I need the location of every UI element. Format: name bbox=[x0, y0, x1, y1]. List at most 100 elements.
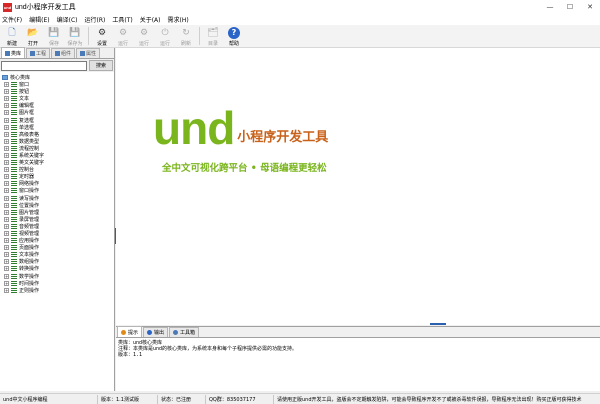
tab-output[interactable]: 输出 bbox=[143, 327, 169, 337]
menu-bar: 文件(F) 编辑(E) 编译(C) 运行(R) 工具(T) 关于(A) 需求(H… bbox=[0, 14, 600, 25]
tab-hint[interactable]: 提示 bbox=[117, 326, 143, 337]
toolbar-button[interactable]: 📂 打开 bbox=[23, 25, 43, 48]
expand-icon[interactable]: + bbox=[4, 89, 9, 95]
tree-item[interactable]: + 控制台 bbox=[0, 166, 114, 173]
expand-icon[interactable]: + bbox=[4, 245, 9, 251]
tree-item-label: 复选框 bbox=[19, 117, 35, 124]
expand-icon[interactable]: + bbox=[4, 188, 9, 194]
search-button[interactable]: 搜索 bbox=[89, 60, 113, 71]
toolbar-button[interactable]: ⏻ 运行 bbox=[155, 25, 175, 48]
toolbar-button[interactable]: ? 帮助 bbox=[224, 25, 244, 48]
tree-item[interactable]: + 音频管理 bbox=[0, 223, 114, 230]
tree-item[interactable]: + 读写操作 bbox=[0, 195, 114, 202]
tree-item[interactable]: + 数组操作 bbox=[0, 258, 114, 265]
expand-icon[interactable]: + bbox=[4, 259, 9, 265]
tab-properties[interactable]: 属性 bbox=[76, 48, 101, 58]
tree-item[interactable]: + 页面操作 bbox=[0, 244, 114, 251]
tree-item[interactable]: + 窗口 bbox=[0, 81, 114, 88]
tree-item[interactable]: + 应用操作 bbox=[0, 237, 114, 244]
tree-item[interactable]: + 高级表格 bbox=[0, 131, 114, 138]
expand-icon[interactable]: + bbox=[4, 209, 9, 215]
toolbar-button[interactable]: ⚙ 设置 bbox=[92, 25, 112, 48]
expand-icon[interactable]: + bbox=[4, 167, 9, 173]
tree-item[interactable]: + 时间操作 bbox=[0, 280, 114, 287]
expand-icon[interactable]: + bbox=[4, 103, 9, 109]
expand-icon[interactable]: + bbox=[4, 216, 9, 222]
expand-icon[interactable]: + bbox=[4, 273, 9, 279]
tree-item[interactable]: + 图片管理 bbox=[0, 209, 114, 216]
menu-about[interactable]: 关于(A) bbox=[140, 15, 161, 24]
toolbar-button[interactable]: 💾 保存 bbox=[44, 25, 64, 48]
menu-run[interactable]: 运行(R) bbox=[85, 15, 106, 24]
tree-item[interactable]: + 数学操作 bbox=[0, 273, 114, 280]
tree-item[interactable]: + 窗口操作 bbox=[0, 187, 114, 194]
tree-item[interactable]: + 文本操作 bbox=[0, 251, 114, 258]
close-button[interactable]: ✕ bbox=[580, 0, 600, 14]
menu-edit[interactable]: 编辑(E) bbox=[29, 15, 49, 24]
expand-icon[interactable]: + bbox=[4, 287, 9, 293]
tree-item[interactable]: + 单选框 bbox=[0, 124, 114, 131]
tab-toolbox[interactable]: 工具箱 bbox=[169, 327, 200, 337]
tree-item[interactable]: + 系统关键字 bbox=[0, 152, 114, 159]
tree-item[interactable]: + 流程控制 bbox=[0, 145, 114, 152]
tree-item[interactable]: + 数据类型 bbox=[0, 138, 114, 145]
tree-item[interactable]: + 按钮 bbox=[0, 88, 114, 95]
expand-icon[interactable]: + bbox=[4, 160, 9, 166]
tab-components[interactable]: 组件 bbox=[51, 48, 76, 58]
expand-icon[interactable]: + bbox=[4, 252, 9, 258]
project-icon bbox=[30, 51, 36, 56]
expand-icon[interactable]: + bbox=[4, 202, 9, 208]
tree-item-label: 高级表格 bbox=[19, 131, 40, 138]
tree-item[interactable]: + 复选框 bbox=[0, 116, 114, 124]
gear-icon: ⚙ bbox=[97, 27, 107, 38]
toolbox-icon bbox=[173, 330, 179, 335]
toolbar-button[interactable]: ⚙ 运行 bbox=[134, 25, 154, 48]
expand-icon[interactable]: + bbox=[4, 131, 9, 137]
toolbar-button[interactable]: 🗋 新建 bbox=[2, 25, 22, 48]
expand-icon[interactable]: + bbox=[4, 145, 9, 151]
toolbar-button[interactable]: 💾 保存为 bbox=[65, 25, 85, 48]
expand-icon[interactable]: + bbox=[4, 82, 9, 88]
expand-icon[interactable]: + bbox=[4, 117, 9, 123]
menu-tools[interactable]: 工具(T) bbox=[112, 15, 132, 24]
expand-icon[interactable]: + bbox=[4, 96, 9, 102]
expand-icon[interactable]: + bbox=[4, 280, 9, 286]
tree-item[interactable]: + 位置操作 bbox=[0, 202, 114, 209]
tree-item[interactable]: + 英文关键字 bbox=[0, 159, 114, 166]
expand-icon[interactable]: + bbox=[4, 266, 9, 272]
menu-compile[interactable]: 编译(C) bbox=[57, 15, 78, 24]
expand-icon[interactable]: + bbox=[4, 152, 9, 158]
expand-icon[interactable]: + bbox=[4, 195, 9, 201]
toolbar-button[interactable]: ⚙ 运行 bbox=[113, 25, 133, 48]
tree-item[interactable]: + 视频管理 bbox=[0, 230, 114, 237]
tree-item[interactable]: + 网络操作 bbox=[0, 180, 114, 187]
toolbar-button[interactable]: ↻ 刷新 bbox=[176, 25, 196, 48]
search-input[interactable] bbox=[1, 60, 87, 71]
tree-item[interactable]: + 图片框 bbox=[0, 109, 114, 116]
menu-file[interactable]: 文件(F) bbox=[2, 15, 22, 24]
tree-item[interactable]: + 正则操作 bbox=[0, 287, 114, 294]
tab-class-library[interactable]: 类库 bbox=[1, 47, 26, 58]
expand-icon[interactable]: + bbox=[4, 181, 9, 187]
tree-item[interactable]: + 定时器 bbox=[0, 173, 114, 180]
toolbar-button[interactable]: 🗂 目录 bbox=[203, 25, 223, 48]
horizontal-splitter-handle[interactable] bbox=[430, 323, 446, 325]
expand-icon[interactable]: + bbox=[4, 124, 9, 130]
menu-requirements[interactable]: 需求(H) bbox=[168, 15, 189, 24]
expand-icon[interactable]: + bbox=[4, 223, 9, 229]
expand-icon[interactable]: + bbox=[4, 174, 9, 180]
tree-item[interactable]: + 编辑框 bbox=[0, 102, 114, 109]
title-bar: und und小程序开发工具 — ☐ ✕ bbox=[0, 0, 600, 14]
expand-icon[interactable]: + bbox=[4, 231, 9, 237]
tree-root-node[interactable]: 核心类库 bbox=[0, 74, 114, 81]
maximize-button[interactable]: ☐ bbox=[560, 0, 580, 14]
tree-item[interactable]: + 文本 bbox=[0, 95, 114, 102]
class-node-icon bbox=[11, 245, 17, 251]
expand-icon[interactable]: + bbox=[4, 238, 9, 244]
minimize-button[interactable]: — bbox=[540, 0, 560, 14]
expand-icon[interactable]: + bbox=[4, 138, 9, 144]
tree-item[interactable]: + 转换操作 bbox=[0, 265, 114, 272]
expand-icon[interactable]: + bbox=[4, 110, 9, 116]
tab-project[interactable]: 工程 bbox=[26, 48, 51, 58]
tree-item[interactable]: + 录屏管理 bbox=[0, 216, 114, 223]
